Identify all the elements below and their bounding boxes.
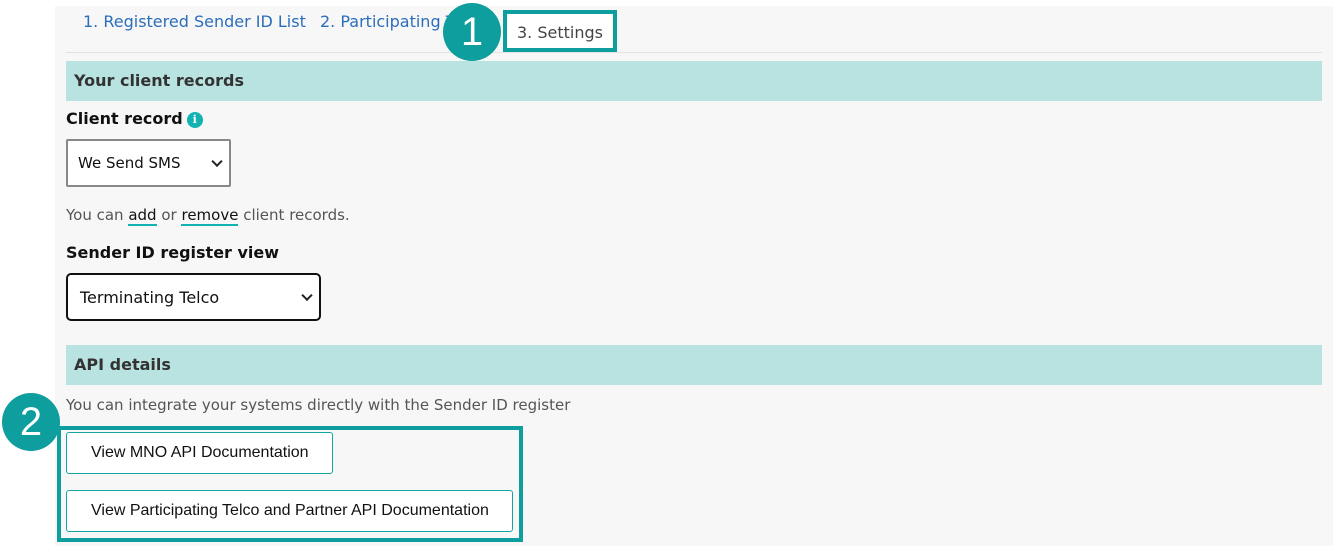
chevron-down-icon [211, 155, 223, 168]
remove-client-record-link[interactable]: remove [181, 206, 239, 226]
register-view-selected-value: Terminating Telco [80, 287, 220, 307]
tab-registered-sender-id-list[interactable]: 1. Registered Sender ID List [83, 12, 306, 31]
callout-2: 2 [2, 393, 60, 451]
api-details-header: API details [66, 345, 1322, 385]
api-description: You can integrate your systems directly … [66, 396, 571, 414]
client-record-label: Client record i [66, 109, 203, 128]
client-records-header: Your client records [66, 61, 1322, 101]
help-suffix-text: client records. [238, 206, 350, 224]
client-record-select[interactable]: We Send SMS [66, 139, 231, 187]
callout-1: 1 [443, 3, 501, 61]
client-record-selected-value: We Send SMS [78, 154, 181, 172]
help-prefix-text: You can [66, 206, 129, 224]
client-records-help: You can add or remove client records. [66, 206, 350, 226]
tab-settings[interactable]: 3. Settings [503, 10, 617, 52]
info-icon[interactable]: i [186, 112, 203, 128]
client-record-label-text: Client record [66, 109, 183, 128]
tab-participating-telcos[interactable]: 2. Participating T [320, 12, 455, 31]
sender-id-register-view-label: Sender ID register view [66, 243, 280, 262]
buttons-highlight-box [57, 426, 523, 542]
help-or-text: or [156, 206, 182, 224]
sender-id-register-view-select[interactable]: Terminating Telco [66, 273, 321, 321]
add-client-record-link[interactable]: add [128, 206, 157, 226]
chevron-down-icon [301, 289, 313, 302]
